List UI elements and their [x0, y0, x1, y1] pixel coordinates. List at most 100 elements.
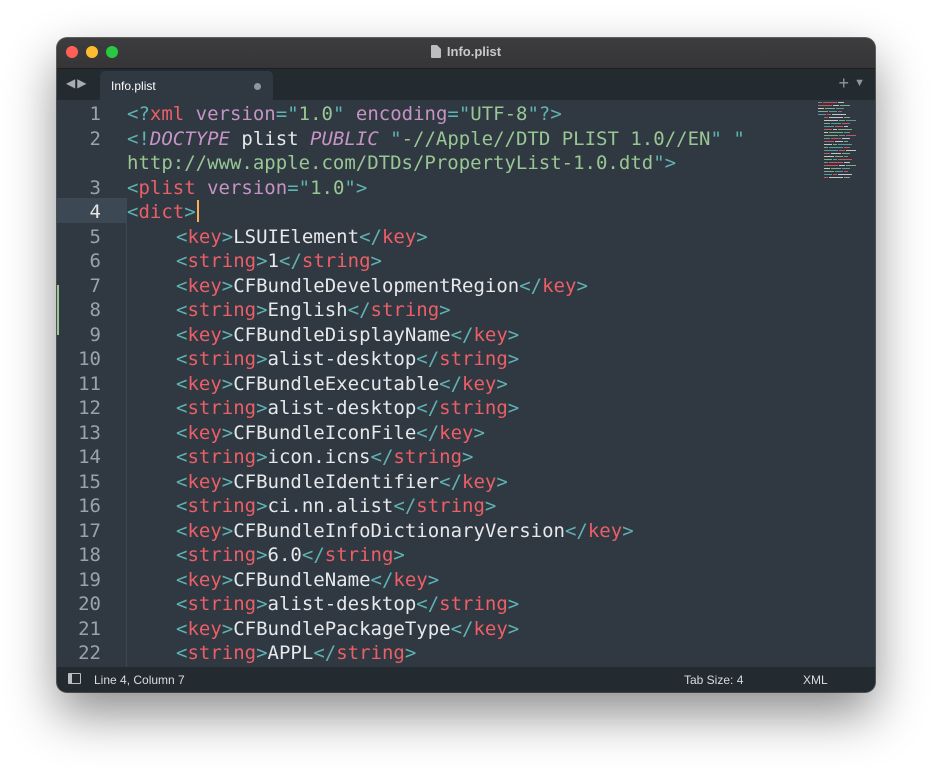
code-token: <: [176, 274, 188, 297]
code-token: >: [256, 593, 268, 615]
code-line[interactable]: <string>1</string>: [176, 249, 382, 274]
code-token: >: [496, 372, 508, 395]
line-number: 22: [78, 642, 101, 664]
code-line[interactable]: <key>CFBundleIconFile</key>: [176, 421, 485, 446]
code-line[interactable]: <!DOCTYPE plist PUBLIC "-//Apple//DTD PL…: [127, 127, 745, 152]
code-line[interactable]: <plist version="1.0">: [127, 176, 367, 201]
minimap[interactable]: [818, 100, 868, 190]
code-token: </: [393, 495, 417, 517]
code-line[interactable]: <string>icon.icns</string>: [176, 445, 473, 470]
minimap-stroke: [833, 129, 837, 130]
code-line[interactable]: <string>English</string>: [176, 298, 451, 323]
code-line[interactable]: <key>CFBundleDisplayName</key>: [176, 323, 519, 348]
code-token: key: [187, 617, 222, 640]
minimap-stroke: [831, 153, 841, 154]
tab-info-plist[interactable]: Info.plist: [100, 71, 273, 100]
code-line[interactable]: <key>CFBundleInfoDictionaryVersion</key>: [176, 519, 634, 544]
code-line[interactable]: <key>CFBundleIdentifier</key>: [176, 470, 508, 495]
minimap-stroke: [831, 168, 841, 169]
minimap-stroke: [824, 177, 828, 178]
minimap-stroke: [844, 141, 848, 142]
back-forward-arrows-icon[interactable]: ◀▶: [66, 76, 88, 90]
code-token: </: [370, 568, 394, 591]
minimap-stroke: [829, 111, 837, 112]
code-token: </: [370, 446, 394, 468]
code-token: xml: [149, 103, 185, 125]
code-line[interactable]: <key>CFBundleName</key>: [176, 568, 439, 593]
code-token: </: [450, 323, 474, 346]
code-token: 1.0: [310, 176, 345, 199]
minimap-stroke: [842, 138, 850, 139]
code-token: string: [187, 250, 257, 272]
code-line[interactable]: <string>6.0</string>: [176, 543, 405, 568]
minimap-stroke: [839, 165, 845, 166]
minimap-stroke: [824, 138, 830, 139]
status-bar: Line 4, Column 7 Tab Size: 4 XML: [57, 667, 875, 692]
code-token: UTF-8: [470, 103, 528, 125]
code-line[interactable]: <string>alist-desktop</string>: [176, 396, 519, 421]
code-token: <: [176, 372, 188, 395]
code-token: string: [301, 250, 371, 272]
code-editor[interactable]: 1 2 3 4 5 6 7 8 9 10 11 12 13 14 15 16 17 18 19 20 21 22 <?xm…: [57, 100, 875, 667]
minimap-stroke: [839, 135, 845, 136]
unsaved-dot-icon[interactable]: [254, 83, 261, 90]
code-line[interactable]: <string>APPL</string>: [176, 641, 416, 666]
code-line[interactable]: <string>ci.nn.alist</string>: [176, 494, 496, 519]
code-token: <: [176, 421, 188, 444]
minimap-stroke: [818, 114, 826, 115]
code-token: string: [439, 593, 508, 615]
line-number: 5: [89, 225, 101, 248]
minimap-stroke: [829, 117, 843, 118]
code-token: -//Apple//DTD PLIST 1.0//EN: [401, 127, 711, 150]
code-line[interactable]: <?xml version="1.0" encoding="UTF-8"?>: [127, 102, 562, 127]
code-token: key: [187, 519, 222, 542]
tab-size[interactable]: Tab Size: 4: [684, 673, 743, 687]
code-token: CFBundleIdentifier: [233, 470, 440, 493]
code-token: >: [370, 250, 382, 272]
line-number: 8: [89, 299, 101, 321]
code-token: >: [221, 470, 234, 493]
syntax-mode[interactable]: XML: [803, 673, 828, 687]
code-token: </: [439, 372, 463, 395]
code-token: string: [187, 642, 257, 664]
code-token: <: [176, 519, 188, 542]
code-token: >: [256, 299, 268, 321]
code-token: alist-desktop: [267, 397, 417, 419]
line-number: 9: [89, 323, 101, 346]
code-token: </: [279, 250, 302, 272]
code-line[interactable]: <key>CFBundleDevelopmentRegion</key>: [176, 274, 588, 299]
minimap-stroke: [842, 168, 850, 169]
code-line[interactable]: <dict>: [127, 200, 199, 225]
minimap-stroke: [823, 102, 837, 103]
cursor-position[interactable]: Line 4, Column 7: [94, 673, 185, 687]
code-token: >: [256, 348, 268, 370]
code-line[interactable]: <string>alist-desktop</string>: [176, 592, 519, 617]
code-line[interactable]: <key>CFBundlePackageType</key>: [176, 617, 519, 642]
code-token: </: [416, 397, 440, 419]
code-token: ">: [653, 152, 677, 174]
code-token: APPL: [267, 642, 314, 664]
sidebar-toggle-icon[interactable]: [68, 673, 81, 684]
code-token: =": [287, 176, 311, 199]
minimap-stroke: [825, 108, 835, 109]
minimap-stroke: [824, 132, 828, 133]
minimap-stroke: [824, 165, 838, 166]
minimap-stroke: [846, 120, 856, 121]
code-token: key: [393, 568, 428, 591]
minimap-stroke: [835, 126, 843, 127]
plus-icon[interactable]: +: [838, 73, 849, 94]
line-number: 15: [78, 470, 101, 493]
code-token: plist: [138, 176, 196, 199]
minimap-stroke: [838, 111, 842, 112]
code-token: dict: [138, 201, 185, 223]
code-token: "?>: [527, 103, 562, 125]
code-line[interactable]: <key>LSUIElement</key>: [176, 225, 428, 250]
chevron-down-icon[interactable]: ▼: [854, 77, 865, 89]
code-token: </: [416, 348, 440, 370]
code-line[interactable]: <string>alist-desktop</string>: [176, 347, 519, 372]
code-token: DOCTYPE: [149, 127, 230, 150]
code-line[interactable]: http://www.apple.com/DTDs/PropertyList-1…: [127, 151, 676, 176]
code-line[interactable]: <key>CFBundleExecutable</key>: [176, 372, 508, 397]
